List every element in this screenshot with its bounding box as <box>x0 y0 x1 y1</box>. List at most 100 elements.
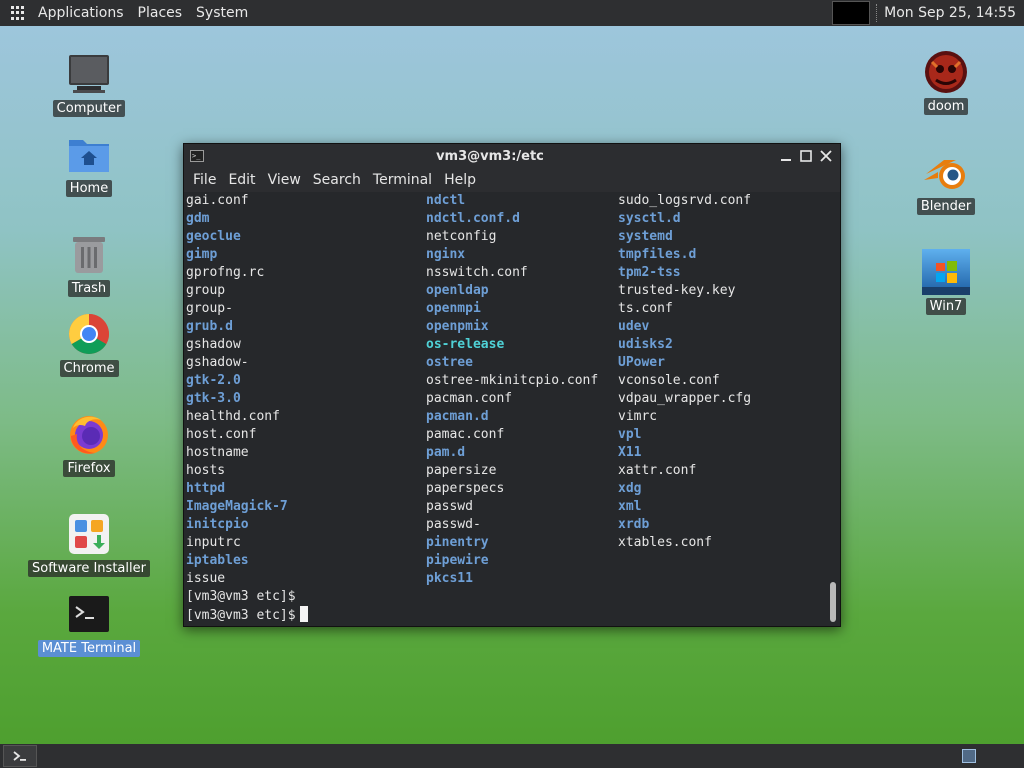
listing-entry-dir: udisks2 <box>618 337 673 352</box>
listing-entry-dir: gtk-2.0 <box>186 373 241 388</box>
listing-column-3: sudo_logsrvd.conf sysctl.d systemd tmpfiles… <box>618 192 751 552</box>
home-folder-icon <box>65 130 113 178</box>
listing-entry-dir: gdm <box>186 211 210 226</box>
desktop-label-software-installer: Software Installer <box>28 560 150 577</box>
listing-entry-file: xattr.conf <box>618 463 697 478</box>
close-button[interactable] <box>816 146 836 166</box>
desktop-label-doom: doom <box>923 98 969 115</box>
trash-icon <box>65 230 113 278</box>
listing-entry-file: netconfig <box>426 229 497 244</box>
listing-entry-file: xtables.conf <box>618 535 712 550</box>
chrome-icon <box>65 310 113 358</box>
desktop-icon-software-installer[interactable]: Software Installer <box>27 510 151 577</box>
menu-terminal[interactable]: Terminal <box>367 168 438 192</box>
panel-separator <box>876 4 878 22</box>
listing-entry-file: pacman.conf <box>426 391 513 406</box>
listing-entry-dir: pkcs11 <box>426 571 473 586</box>
terminal-scrollbar[interactable] <box>827 192 840 626</box>
menu-edit[interactable]: Edit <box>222 168 261 192</box>
apps-grid-icon[interactable] <box>11 6 25 20</box>
listing-entry-file: ostree-mkinitcpio.conf <box>426 373 599 388</box>
computer-icon <box>65 50 113 98</box>
prompt-line-active[interactable]: [vm3@vm3 etc]$ <box>186 606 308 625</box>
menu-places[interactable]: Places <box>131 0 190 26</box>
listing-entry-file: inputrc <box>186 535 241 550</box>
desktop-icon-blender[interactable]: Blender <box>884 148 1008 215</box>
workspace-switcher[interactable] <box>938 745 1000 767</box>
desktop-icon-doom[interactable]: doom <box>884 48 1008 115</box>
listing-entry-dir: pipewire <box>426 553 489 568</box>
listing-entry-file: trusted-key.key <box>618 283 736 298</box>
listing-entry-dir: systemd <box>618 229 673 244</box>
terminal-menubar: File Edit View Search Terminal Help <box>184 168 840 192</box>
listing-entry-dir: pinentry <box>426 535 489 550</box>
listing-entry-dir: pam.d <box>426 445 466 460</box>
panel-clock[interactable]: Mon Sep 25, 14:55 <box>884 5 1024 21</box>
listing-entry-dir: ImageMagick-7 <box>186 499 288 514</box>
desktop-icon-firefox[interactable]: Firefox <box>27 410 151 477</box>
menu-view[interactable]: View <box>262 168 307 192</box>
listing-entry-dir: gimp <box>186 247 218 262</box>
terminal-output[interactable]: gai.conf gdm geoclue gimp gprofng.rc group gro… <box>184 192 827 626</box>
desktop-icon-trash[interactable]: Trash <box>27 230 151 297</box>
listing-entry-file: paperspecs <box>426 481 505 496</box>
desktop-icon-mate-terminal[interactable]: MATE Terminal <box>27 590 151 657</box>
menu-file[interactable]: File <box>187 168 222 192</box>
prompt-line: [vm3@vm3 etc]$ <box>186 589 296 604</box>
terminal-titlebar[interactable]: >_ vm3@vm3:/etc <box>184 144 840 168</box>
listing-entry-dir: sysctl.d <box>618 211 681 226</box>
listing-entry-file: pamac.conf <box>426 427 505 442</box>
listing-entry-file: gai.conf <box>186 193 249 208</box>
desktop-label-chrome: Chrome <box>59 360 119 377</box>
listing-entry-file: healthd.conf <box>186 409 280 424</box>
menu-applications[interactable]: Applications <box>31 0 131 26</box>
menu-system[interactable]: System <box>189 0 255 26</box>
scrollbar-thumb[interactable] <box>830 582 836 622</box>
menu-search[interactable]: Search <box>307 168 367 192</box>
minimize-icon <box>781 159 791 161</box>
listing-entry-file: host.conf <box>186 427 257 442</box>
listing-entry-file: hosts <box>186 463 226 478</box>
listing-entry-dir: grub.d <box>186 319 233 334</box>
listing-entry-dir: ostree <box>426 355 473 370</box>
desktop-icon-chrome[interactable]: Chrome <box>27 310 151 377</box>
listing-entry-dir: ndctl <box>426 193 466 208</box>
listing-entry-file: passwd- <box>426 517 481 532</box>
listing-entry-dir: udev <box>618 319 650 334</box>
minimize-button[interactable] <box>776 146 796 166</box>
window-title: vm3@vm3:/etc <box>436 148 544 164</box>
terminal-launcher-icon <box>13 751 26 761</box>
panel-applet-box[interactable] <box>832 1 871 25</box>
listing-entry-file: sudo_logsrvd.conf <box>618 193 752 208</box>
listing-entry-file: gshadow- <box>186 355 249 370</box>
listing-entry-file: gprofng.rc <box>186 265 265 280</box>
menu-help[interactable]: Help <box>438 168 482 192</box>
listing-entry-dir: tpm2-tss <box>618 265 681 280</box>
terminal-window[interactable]: >_ vm3@vm3:/etc File Edit View Search Te… <box>183 143 841 627</box>
listing-entry-file: passwd <box>426 499 473 514</box>
listing-entry-dir: initcpio <box>186 517 249 532</box>
listing-entry-dir: openldap <box>426 283 489 298</box>
listing-entry-dir: ndctl.conf.d <box>426 211 520 226</box>
listing-column-2: ndctl ndctl.conf.d netconfig nginx nsswitch.… <box>426 192 598 588</box>
top-panel: Applications Places System Mon Sep 25, 1… <box>0 0 1024 26</box>
listing-entry-file: nsswitch.conf <box>426 265 528 280</box>
listing-entry-file: vimrc <box>618 409 658 424</box>
desktop-label-firefox: Firefox <box>63 460 115 477</box>
terminal-icon <box>65 590 113 638</box>
firefox-icon <box>65 410 113 458</box>
maximize-button[interactable] <box>796 146 816 166</box>
listing-entry-dir: openmpi <box>426 301 481 316</box>
close-icon <box>820 150 832 162</box>
listing-entry-dir: httpd <box>186 481 226 496</box>
workspace-1[interactable] <box>962 749 976 763</box>
desktop-icon-win7[interactable]: Win7 <box>884 248 1008 315</box>
listing-entry-file: hostname <box>186 445 249 460</box>
listing-entry-dir: xdg <box>618 481 642 496</box>
desktop-icon-home[interactable]: Home <box>27 130 151 197</box>
show-desktop-button[interactable] <box>3 745 37 767</box>
maximize-icon <box>800 150 812 162</box>
desktop-icon-computer[interactable]: Computer <box>27 50 151 117</box>
listing-entry-link: os-release <box>426 337 505 352</box>
terminal-window-icon[interactable]: >_ <box>190 150 204 162</box>
